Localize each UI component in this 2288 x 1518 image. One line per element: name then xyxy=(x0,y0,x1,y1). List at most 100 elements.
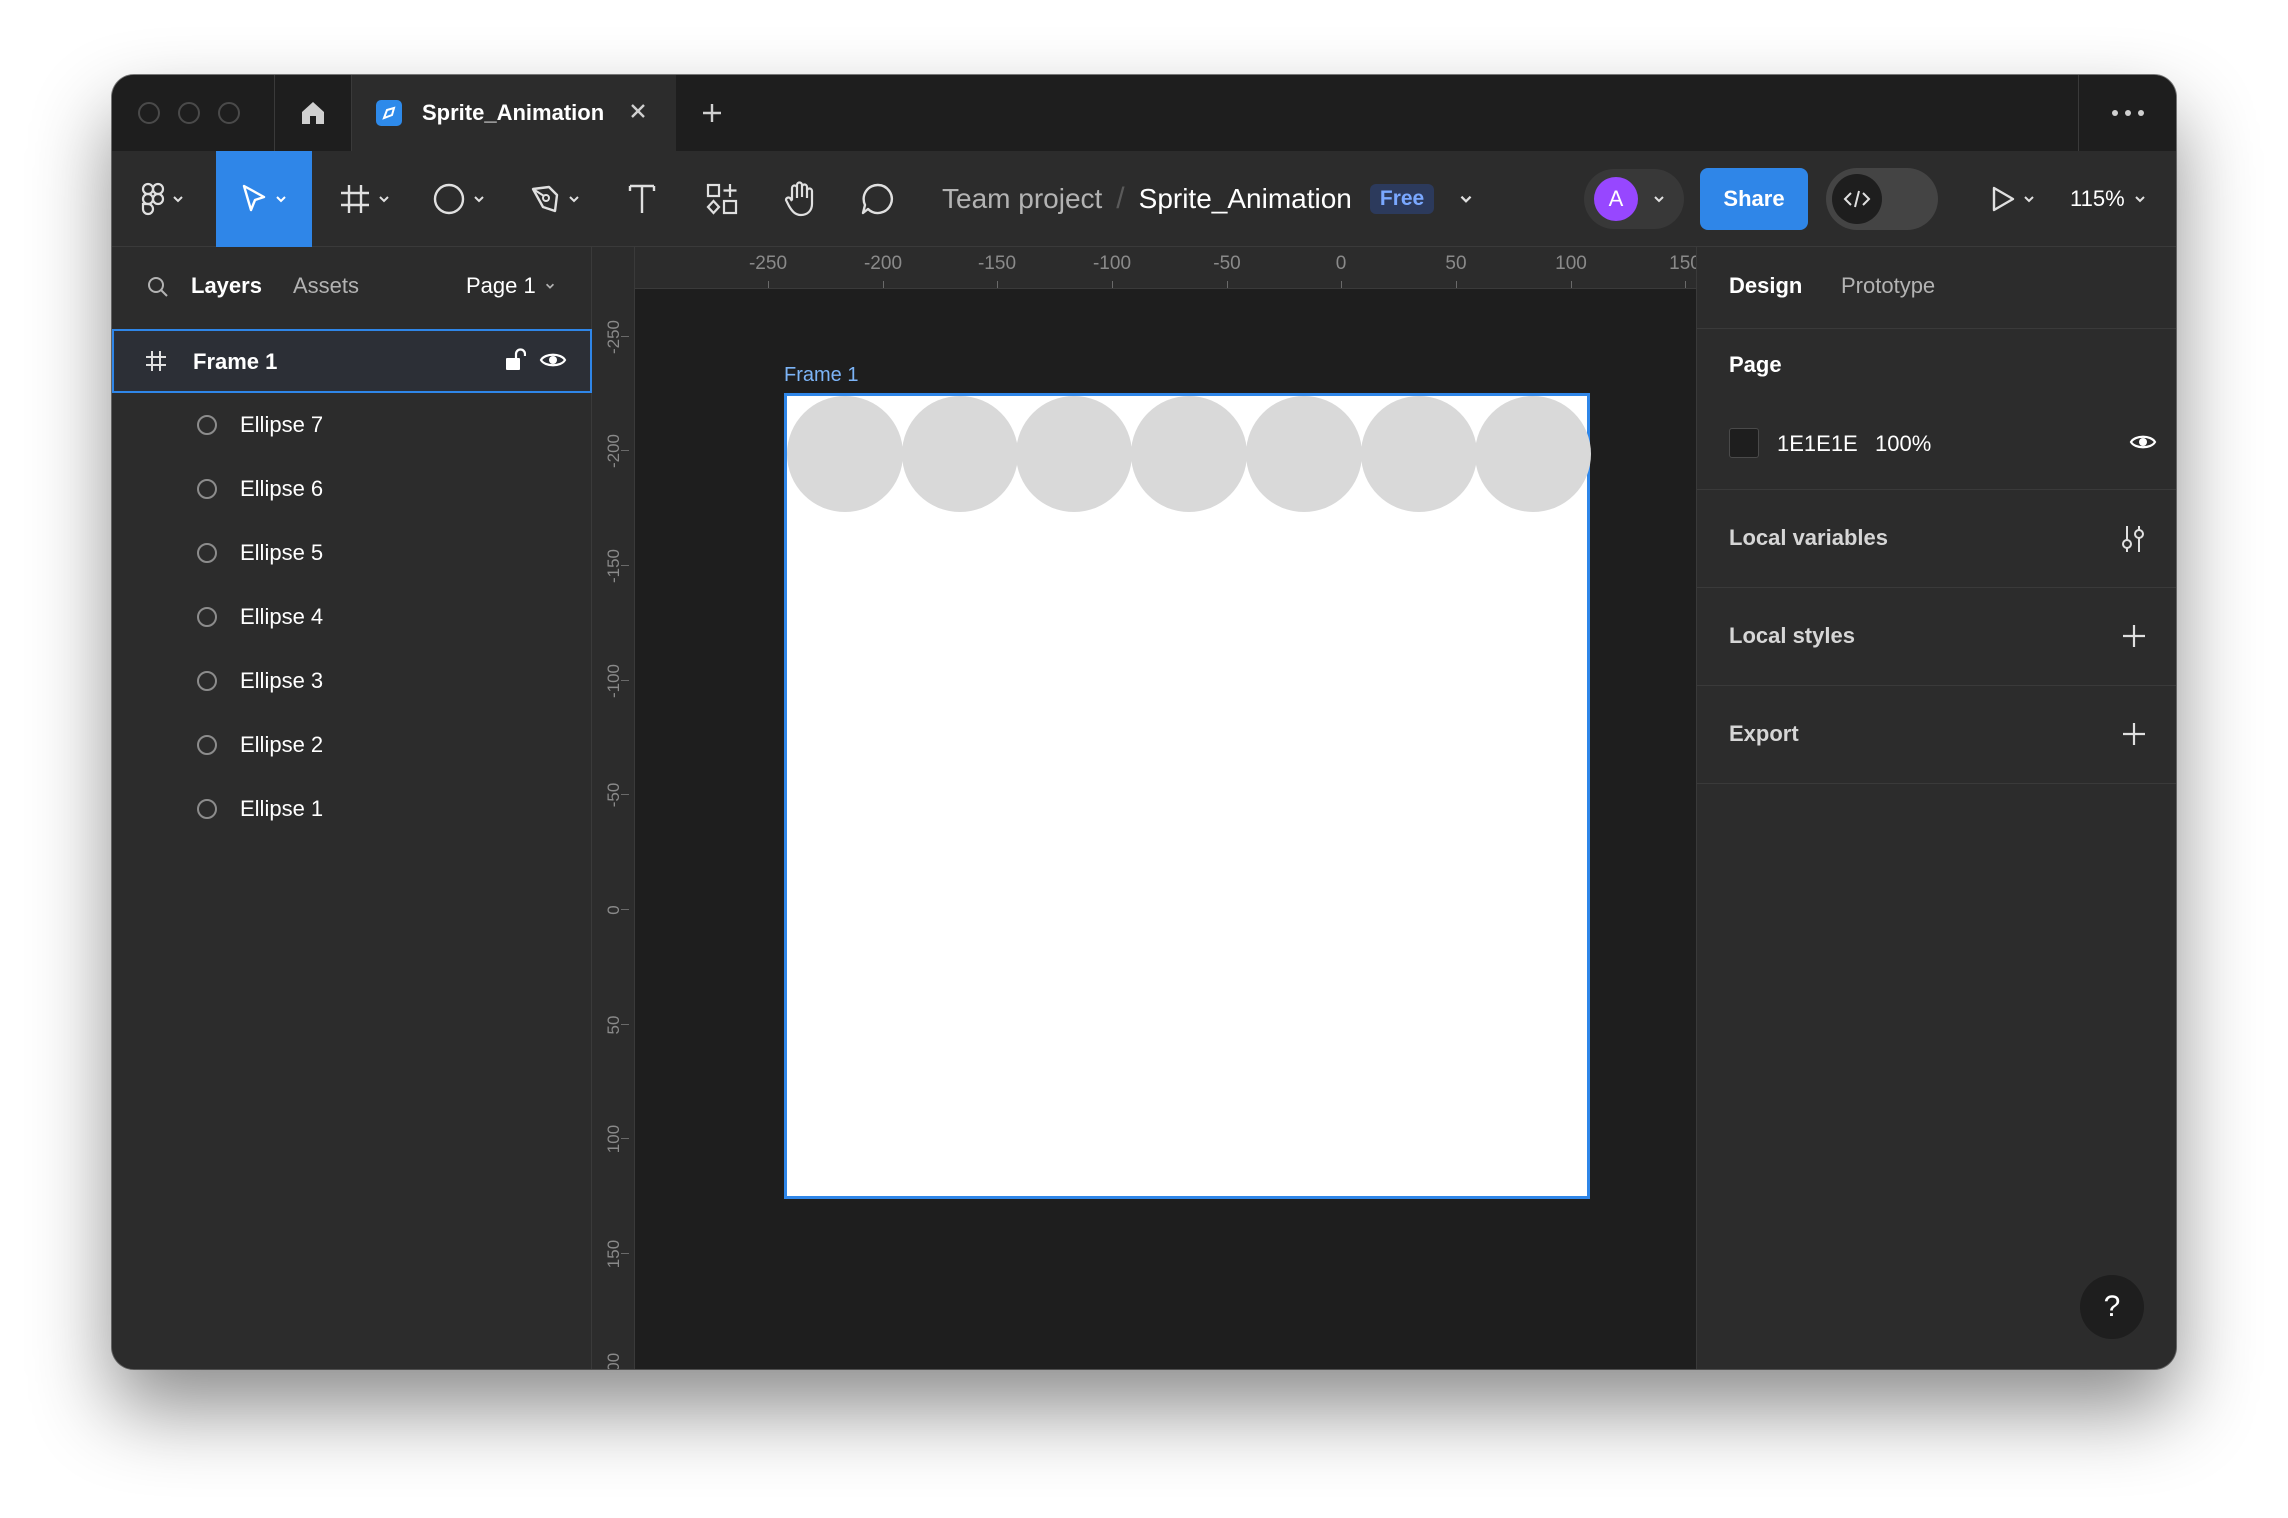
ellipse-icon xyxy=(197,799,217,819)
unlock-icon[interactable] xyxy=(504,347,526,373)
plus-icon[interactable] xyxy=(2121,623,2147,649)
ellipse-1[interactable] xyxy=(787,396,903,512)
figma-menu-icon xyxy=(141,182,165,216)
maximize-window-button[interactable] xyxy=(218,102,240,124)
frame-label[interactable]: Frame 1 xyxy=(784,364,858,387)
close-tab-icon[interactable] xyxy=(626,99,650,123)
layers-panel: Layers Assets Page 1 Frame 1 Ellipse 7 E… xyxy=(112,247,592,1369)
ellipse-icon xyxy=(197,479,217,499)
eye-icon[interactable] xyxy=(539,349,567,371)
chevron-down-icon xyxy=(545,283,554,289)
chevron-down-icon xyxy=(276,196,286,203)
ellipse-icon xyxy=(197,607,217,627)
canvas[interactable]: Frame 1 xyxy=(635,289,1708,1369)
search-icon[interactable] xyxy=(146,275,170,299)
text-tool-icon xyxy=(628,184,656,213)
ruler-label: -50 xyxy=(1213,253,1241,274)
ellipse-icon xyxy=(197,735,217,755)
layer-row[interactable]: Ellipse 3 xyxy=(112,649,592,713)
move-tool-icon xyxy=(242,184,266,212)
ellipse-5[interactable] xyxy=(1245,396,1362,512)
ruler-label: -150 xyxy=(977,253,1017,274)
plan-badge[interactable]: Free xyxy=(1369,184,1435,214)
tab-assets[interactable]: Assets xyxy=(293,273,359,299)
move-tool-button[interactable] xyxy=(216,151,312,247)
left-panel-tabs: Layers Assets Page 1 xyxy=(112,247,592,329)
home-tab[interactable] xyxy=(274,75,352,151)
layer-row[interactable]: Ellipse 4 xyxy=(112,585,592,649)
ellipse-3[interactable] xyxy=(1016,396,1133,512)
tab-design[interactable]: Design xyxy=(1729,273,1802,299)
share-button[interactable]: Share xyxy=(1700,168,1808,230)
help-button[interactable]: ? xyxy=(2080,1275,2144,1339)
ellipse-4[interactable] xyxy=(1131,396,1248,512)
layer-name: Ellipse 4 xyxy=(240,604,324,629)
layer-name: Ellipse 7 xyxy=(240,412,324,437)
close-window-button[interactable] xyxy=(138,102,160,124)
layer-name: Frame 1 xyxy=(193,349,278,374)
layer-name: Ellipse 3 xyxy=(240,668,324,693)
layer-row[interactable]: Ellipse 6 xyxy=(112,457,592,521)
page-color-hex[interactable]: 1E1E1E xyxy=(1777,431,1858,457)
main-menu-button[interactable] xyxy=(128,151,198,247)
eye-icon[interactable] xyxy=(2129,431,2157,453)
dev-mode-toggle[interactable] xyxy=(1826,168,1938,230)
ruler-tick xyxy=(883,281,884,288)
chevron-down-icon[interactable] xyxy=(1458,191,1474,207)
zoom-menu[interactable]: 115% xyxy=(2070,151,2147,247)
frame-icon xyxy=(146,351,166,371)
chevron-down-icon xyxy=(1654,196,1664,203)
layer-row[interactable]: Ellipse 7 xyxy=(112,393,592,457)
chevron-down-icon xyxy=(173,196,183,203)
chevron-down-icon xyxy=(2024,196,2034,203)
ruler-label: -200 xyxy=(863,253,903,274)
project-name[interactable]: Team project xyxy=(942,183,1102,215)
comment-tool-button[interactable] xyxy=(846,151,910,247)
ellipsis-icon xyxy=(2111,110,2144,116)
page-opacity[interactable]: 100% xyxy=(1875,431,1931,457)
hand-tool-icon xyxy=(784,181,814,217)
new-tab-button[interactable] xyxy=(696,97,728,129)
frame-tool-button[interactable] xyxy=(330,151,400,247)
layer-row[interactable]: Ellipse 5 xyxy=(112,521,592,585)
toolbar: Team project / Sprite_Animation Free A S… xyxy=(112,151,2176,247)
frame-tool-icon xyxy=(341,185,369,213)
layer-row[interactable]: Ellipse 1 xyxy=(112,777,592,841)
local-styles-section[interactable]: Local styles xyxy=(1697,589,2176,686)
vertical-ruler: -250 -200 -150 -100 -50 0 50 100 150 200 xyxy=(593,247,635,1369)
resources-button[interactable] xyxy=(690,151,754,247)
home-icon xyxy=(302,102,324,124)
ellipse-6[interactable] xyxy=(1360,396,1477,512)
hand-tool-button[interactable] xyxy=(768,151,832,247)
tab-layers[interactable]: Layers xyxy=(191,273,262,299)
multiplayer-avatars[interactable]: A xyxy=(1584,169,1684,229)
ruler-label: 200 xyxy=(604,1352,623,1369)
layer-frame-1[interactable]: Frame 1 xyxy=(112,329,592,393)
layer-row[interactable]: Ellipse 2 xyxy=(112,713,592,777)
local-variables-section[interactable]: Local variables xyxy=(1697,491,2176,588)
page-color-swatch[interactable] xyxy=(1729,428,1759,458)
ruler-tick xyxy=(1571,281,1572,288)
page-selector[interactable]: Page 1 xyxy=(466,273,556,299)
minimize-window-button[interactable] xyxy=(178,102,200,124)
ruler-tick xyxy=(768,281,769,288)
tab-prototype[interactable]: Prototype xyxy=(1841,273,1935,299)
frame[interactable] xyxy=(784,393,1592,1199)
shape-tool-button[interactable] xyxy=(424,151,494,247)
text-tool-button[interactable] xyxy=(614,151,670,247)
plus-icon[interactable] xyxy=(2121,721,2147,747)
layer-name: Ellipse 6 xyxy=(240,476,324,501)
layer-name: Ellipse 5 xyxy=(240,540,324,565)
ellipse-7[interactable] xyxy=(1475,396,1592,512)
file-tab[interactable]: Sprite_Animation xyxy=(352,75,676,151)
title-bar: Sprite_Animation xyxy=(112,75,2176,151)
file-name[interactable]: Sprite_Animation xyxy=(1139,183,1352,215)
more-options-button[interactable] xyxy=(2078,75,2176,151)
section-title: Local variables xyxy=(1729,525,1888,550)
variables-icon[interactable] xyxy=(2119,523,2147,555)
ellipse-icon xyxy=(197,415,217,435)
pen-tool-button[interactable] xyxy=(520,151,590,247)
export-section[interactable]: Export xyxy=(1697,687,2176,784)
present-button[interactable] xyxy=(1978,151,2048,247)
ellipse-2[interactable] xyxy=(901,396,1018,512)
